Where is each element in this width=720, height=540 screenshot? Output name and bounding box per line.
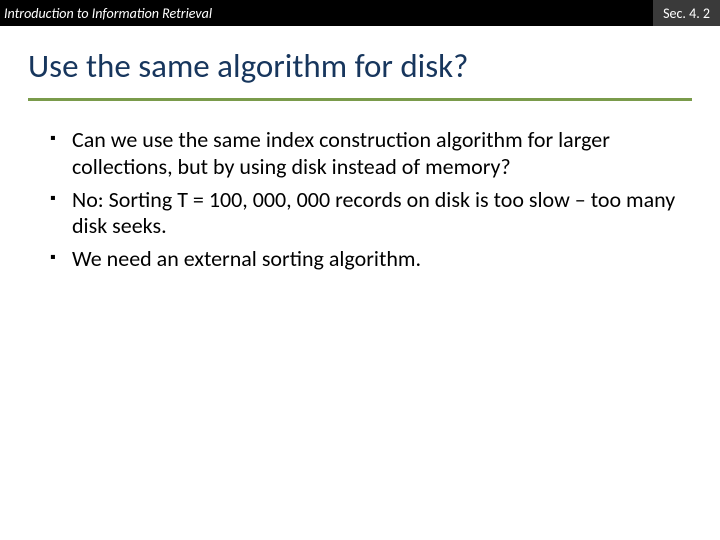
slide-title: Use the same algorithm for disk? <box>28 46 692 86</box>
course-label: Introduction to Information Retrieval <box>4 5 212 22</box>
slide: Introduction to Information Retrieval Se… <box>0 0 720 540</box>
list-item: We need an external sorting algorithm. <box>50 246 680 273</box>
section-label: Sec. 4. 2 <box>653 0 720 26</box>
body-area: Can we use the same index construction a… <box>0 101 720 273</box>
title-area: Use the same algorithm for disk? <box>0 26 720 92</box>
top-bar: Introduction to Information Retrieval Se… <box>0 0 720 26</box>
bullet-list: Can we use the same index construction a… <box>50 127 680 273</box>
list-item: Can we use the same index construction a… <box>50 127 680 181</box>
list-item: No: Sorting T = 100, 000, 000 records on… <box>50 187 680 241</box>
